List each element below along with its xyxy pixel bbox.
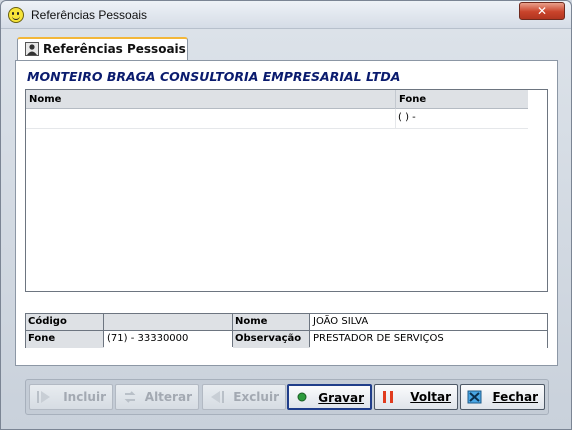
arrow-left-icon — [211, 391, 224, 403]
cell-nome[interactable] — [26, 109, 396, 129]
gravar-button[interactable]: Gravar — [287, 384, 372, 410]
fone-field[interactable]: (71) - 33330000 — [104, 331, 233, 348]
codigo-label: Código — [26, 314, 104, 331]
tab-panel: MONTEIRO BRAGA CONSULTORIA EMPRESARIAL L… — [15, 60, 558, 366]
smiley-icon — [8, 7, 24, 23]
person-icon — [25, 42, 39, 56]
dialog-window: Referências Pessoais ✕ Referências Pesso… — [0, 0, 572, 430]
table-row[interactable]: ( ) - — [26, 109, 528, 129]
voltar-button[interactable]: Voltar — [374, 384, 458, 410]
nome-field[interactable]: JOÃO SILVA — [310, 314, 547, 331]
references-grid[interactable]: Nome Fone ( ) - — [25, 89, 548, 292]
fone-label: Fone — [26, 331, 104, 348]
column-header-nome[interactable]: Nome — [26, 90, 396, 109]
cell-fone[interactable]: ( ) - — [398, 112, 416, 123]
column-header-fone[interactable]: Fone — [396, 90, 528, 109]
grid-header: Nome Fone — [26, 90, 528, 109]
excluir-button[interactable]: Excluir — [202, 384, 286, 410]
button-bar: Incluir Alterar Excluir Gravar Voltar Fe… — [25, 379, 549, 415]
fechar-button[interactable]: Fechar — [460, 384, 545, 410]
pause-icon — [383, 391, 393, 403]
window-title: Referências Pessoais — [31, 8, 148, 22]
title-bar[interactable]: Referências Pessoais ✕ — [1, 1, 571, 29]
row-divider — [26, 330, 547, 331]
codigo-field[interactable] — [104, 314, 233, 331]
observacao-field[interactable]: PRESTADOR DE SERVIÇOS — [310, 331, 547, 348]
nome-label: Nome — [233, 314, 310, 331]
close-box-icon — [467, 390, 482, 404]
detail-form: Código Nome JOÃO SILVA Fone (71) - 33330… — [25, 313, 548, 348]
company-name: MONTEIRO BRAGA CONSULTORIA EMPRESARIAL L… — [27, 69, 401, 84]
refresh-icon — [124, 391, 136, 403]
col-divider — [309, 314, 310, 347]
close-icon: ✕ — [536, 4, 548, 18]
tab-label: Referências Pessoais — [43, 42, 186, 56]
close-button[interactable]: ✕ — [519, 2, 565, 20]
col-divider — [232, 314, 233, 347]
arrow-right-icon — [37, 391, 50, 403]
col-divider — [103, 314, 104, 347]
incluir-button[interactable]: Incluir — [29, 384, 113, 410]
alterar-button[interactable]: Alterar — [115, 384, 199, 410]
green-dot-icon — [297, 392, 307, 402]
observacao-label: Observação — [233, 331, 310, 348]
tab-referencias-pessoais[interactable]: Referências Pessoais — [17, 37, 188, 61]
